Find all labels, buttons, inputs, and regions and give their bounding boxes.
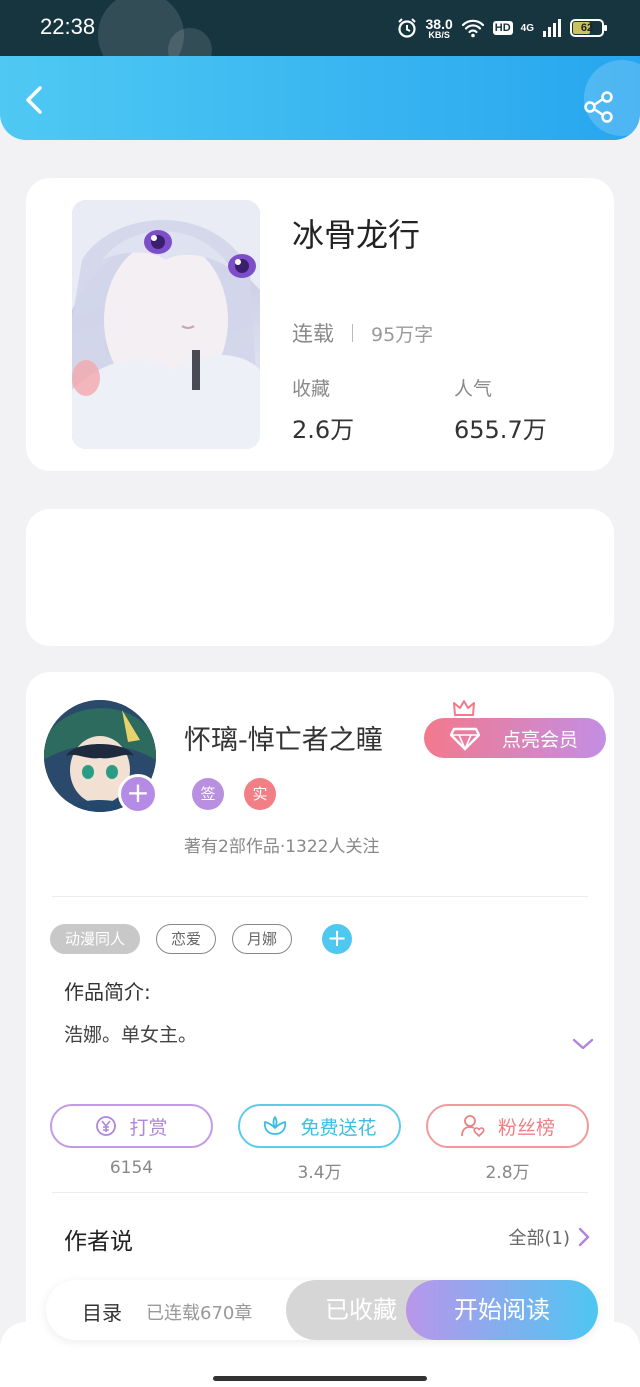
network-speed: 38.0 KB/S <box>426 17 453 40</box>
network-speed-value: 38.0 <box>425 15 453 32</box>
empty-card <box>26 509 614 646</box>
favorites-value: 2.6万 <box>292 416 355 444</box>
flower-count: 3.4万 <box>297 1163 342 1183</box>
diamond-icon <box>450 727 480 751</box>
back-button[interactable] <box>20 84 50 116</box>
fan-count: 2.8万 <box>485 1163 530 1183</box>
send-flower-label: 免费送花 <box>300 1116 377 1139</box>
favorites-label: 收藏 <box>292 378 331 400</box>
reward-button[interactable]: 打赏 <box>50 1104 213 1148</box>
divider <box>52 896 588 897</box>
yen-coin-icon <box>96 1116 117 1136</box>
send-flower-button[interactable]: 免费送花 <box>238 1104 401 1148</box>
vip-button-label: 点亮会员 <box>501 728 578 751</box>
intro-text: 浩娜。单女主。 <box>64 1024 198 1046</box>
crown-icon <box>453 700 475 716</box>
tag-item[interactable]: 月娜 <box>232 924 293 954</box>
bottom-action-bar: 目录 已连载670章 已收藏 开始阅读 <box>46 1280 598 1340</box>
tag-item[interactable]: 动漫同人 <box>50 924 141 954</box>
top-header <box>0 56 640 140</box>
verified-author-badge: 实 <box>244 778 276 810</box>
divider <box>52 1192 588 1193</box>
signal-icon <box>543 19 561 37</box>
book-title: 冰骨龙行 <box>292 216 421 254</box>
tag-list: 动漫同人 恋爱 月娜 + <box>50 924 353 954</box>
table-of-contents-button[interactable]: 目录 <box>82 1297 122 1326</box>
status-time: 22:38 <box>40 14 96 39</box>
alarm-icon <box>397 18 416 38</box>
fan-ranking-button[interactable]: 粉丝榜 <box>426 1104 589 1148</box>
start-reading-button[interactable]: 开始阅读 <box>406 1280 598 1340</box>
author-meta: 著有2部作品·1322人关注 <box>184 837 380 857</box>
signed-author-badge: 签 <box>192 778 224 810</box>
chevron-right-icon <box>578 1227 590 1247</box>
status-bar: 22:38 38.0 KB/S HD 4G 62 <box>0 0 640 78</box>
chevron-down-icon[interactable] <box>571 1036 595 1052</box>
fan-ranking-label: 粉丝榜 <box>497 1116 555 1139</box>
fan-heart-icon <box>461 1115 485 1138</box>
intro-label: 作品简介: <box>64 980 151 1004</box>
cover-illustration <box>72 200 260 449</box>
popularity-value: 655.7万 <box>454 416 547 444</box>
share-button[interactable] <box>582 90 616 124</box>
book-cover[interactable] <box>72 200 260 449</box>
all-link-label: 全部(1) <box>508 1228 571 1249</box>
follow-author-button[interactable]: + <box>118 774 158 814</box>
reward-label: 打赏 <box>129 1116 168 1139</box>
book-info-card: 冰骨龙行 连载 95万字 收藏 2.6万 人气 655.7万 <box>26 178 614 471</box>
flower-icon <box>264 1116 287 1135</box>
word-count: 95万字 <box>371 323 434 346</box>
popularity-label: 人气 <box>454 378 493 400</box>
author-says-title: 作者说 <box>64 1229 133 1255</box>
battery-level: 62 <box>580 22 594 34</box>
chapter-count: 已连载670章 <box>146 1303 253 1324</box>
network-speed-unit: KB/S <box>428 29 450 40</box>
add-tag-button[interactable]: + <box>322 924 353 954</box>
home-indicator[interactable] <box>213 1376 427 1381</box>
vip-membership-button[interactable]: 点亮会员 <box>424 718 606 758</box>
battery-icon: 62 <box>570 19 607 37</box>
serial-status: 连载 <box>292 322 334 346</box>
tag-item[interactable]: 恋爱 <box>156 924 217 954</box>
book-status-row: 连载 95万字 <box>292 318 433 348</box>
hd-icon: HD <box>492 21 513 35</box>
network-type: 4G <box>520 22 534 34</box>
reward-count: 6154 <box>109 1158 154 1178</box>
wifi-icon <box>461 19 484 38</box>
author-says-all-link[interactable]: 全部(1) <box>509 1224 591 1250</box>
author-name[interactable]: 怀璃-悼亡者之瞳 <box>184 718 383 757</box>
separator <box>352 324 353 342</box>
